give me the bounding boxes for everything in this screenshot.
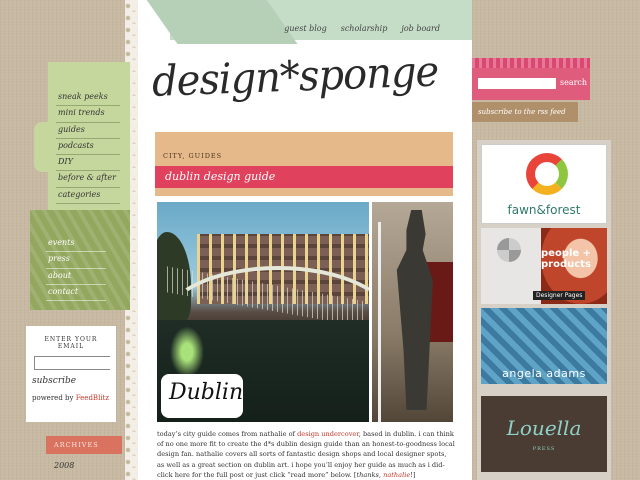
ad-angela-adams-text: angela adams bbox=[502, 367, 586, 380]
nav-job-board[interactable]: job board bbox=[401, 24, 440, 33]
sidebar-nav-primary: sneak peeks mini trends guides podcasts … bbox=[56, 90, 120, 205]
ad-designer-pages-brand: Designer Pages bbox=[533, 291, 586, 300]
ad-fawn-forest-text: fawn&forest bbox=[507, 203, 581, 217]
email-signup-box: ENTER YOUR EMAIL subscribe powered by Fe… bbox=[26, 326, 116, 422]
post-category[interactable]: CITY, GUIDES bbox=[163, 152, 222, 160]
sidebar-nav-secondary: events press about contact bbox=[46, 236, 106, 302]
nathalie-link[interactable]: nathalie bbox=[383, 471, 410, 479]
photo-light-glow bbox=[167, 322, 207, 382]
top-navigation: guest blog scholarship job board bbox=[142, 0, 472, 44]
post-thanks: thanks, bbox=[356, 470, 384, 479]
sidebar-item-before-after[interactable]: before & after bbox=[56, 171, 120, 188]
post-body: today’s city guide comes from nathalie o… bbox=[157, 429, 455, 480]
feedblitz-link[interactable]: FeedBlitz bbox=[76, 394, 109, 402]
search-box: search bbox=[472, 58, 590, 100]
powered-by-text: powered by FeedBlitz bbox=[32, 394, 110, 402]
sidebar-item-contact[interactable]: contact bbox=[46, 285, 106, 302]
sidebar-item-events[interactable]: events bbox=[46, 236, 106, 253]
nav-scholarship[interactable]: scholarship bbox=[341, 24, 388, 33]
ad-louella-text: Louella bbox=[506, 416, 582, 440]
dublin-badge: Dublin bbox=[161, 374, 243, 418]
sidebar-item-about[interactable]: about bbox=[46, 269, 106, 285]
search-button[interactable]: search bbox=[560, 78, 587, 87]
ad-louella-sub: PRESS bbox=[532, 446, 556, 452]
ad-louella[interactable]: Louella PRESS bbox=[481, 396, 607, 472]
subscribe-button[interactable]: subscribe bbox=[32, 376, 110, 386]
post-body-end: !] bbox=[410, 470, 416, 479]
powered-by-label: powered by bbox=[32, 394, 76, 402]
sidebar-item-sneak-peeks[interactable]: sneak peeks bbox=[56, 90, 120, 107]
post-title-bar: dublin design guide bbox=[155, 166, 453, 188]
search-input[interactable] bbox=[478, 78, 556, 89]
archive-year-link[interactable]: 2008 bbox=[54, 461, 74, 470]
design-undercover-link[interactable]: design undercover bbox=[297, 430, 359, 438]
dublin-badge-text: Dublin bbox=[169, 380, 244, 405]
tag-notch bbox=[34, 122, 50, 172]
sidebar-item-diy[interactable]: DIY bbox=[56, 155, 120, 172]
dublin-bridge-photo: Dublin bbox=[157, 202, 369, 422]
sidebar-item-guides[interactable]: guides bbox=[56, 123, 120, 139]
sidebar-item-categories[interactable]: categories bbox=[56, 188, 120, 205]
sidebar-item-mini-trends[interactable]: mini trends bbox=[56, 106, 120, 123]
rss-subscribe-link[interactable]: subscribe to the rss feed bbox=[472, 102, 578, 122]
statue-photo bbox=[372, 202, 453, 422]
sidebar-item-podcasts[interactable]: podcasts bbox=[56, 139, 120, 156]
faucet-handle-icon bbox=[497, 238, 521, 262]
ad-fawn-forest[interactable]: fawn&forest bbox=[481, 144, 607, 224]
ad-column: fawn&forest people + products Designer P… bbox=[477, 140, 611, 480]
nav-guest-blog[interactable]: guest blog bbox=[284, 24, 327, 33]
sidebar-item-press[interactable]: press bbox=[46, 252, 106, 269]
post-title[interactable]: dublin design guide bbox=[165, 170, 275, 183]
email-field[interactable] bbox=[34, 356, 110, 370]
fawn-forest-logo-icon bbox=[526, 153, 568, 195]
post-header: CITY, GUIDES dublin design guide bbox=[155, 132, 453, 196]
archives-header: ARCHIVES bbox=[46, 436, 122, 454]
post-body-intro: today’s city guide comes from nathalie o… bbox=[157, 430, 298, 438]
ad-designer-pages[interactable]: people + products Designer Pages bbox=[481, 228, 607, 304]
email-label: ENTER YOUR EMAIL bbox=[44, 336, 98, 350]
photo-pole bbox=[378, 222, 381, 422]
ad-angela-adams[interactable]: angela adams bbox=[481, 308, 607, 384]
ad-designer-pages-text: people + products bbox=[541, 248, 592, 270]
search-pattern-strip bbox=[472, 58, 590, 68]
